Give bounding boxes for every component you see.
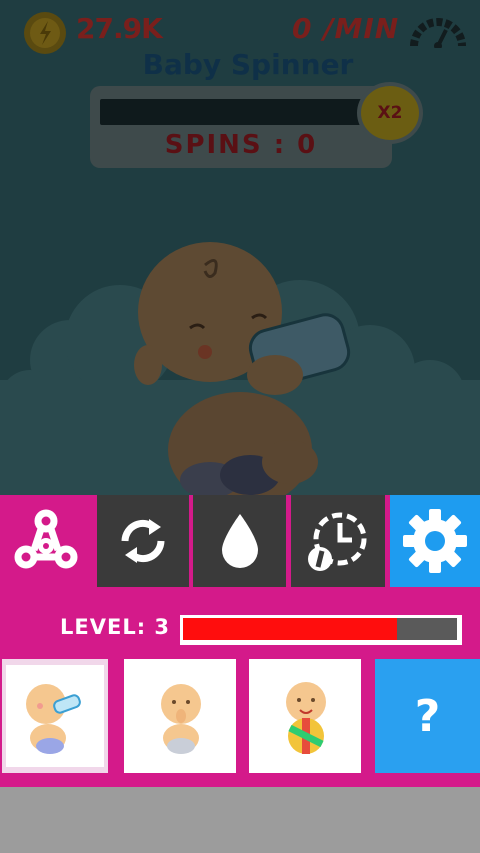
- spinner-tab[interactable]: [0, 495, 92, 587]
- level-value: 3: [154, 615, 171, 639]
- level-progress-bar: [180, 615, 462, 645]
- level-text: LEVEL:: [60, 615, 147, 639]
- level-progress-track: [183, 618, 457, 640]
- level-progress-fill: [183, 618, 397, 640]
- speedometer-icon: [410, 18, 466, 48]
- skin-card-locked[interactable]: ?: [375, 659, 480, 773]
- locked-question-mark: ?: [414, 690, 441, 742]
- baby-thumb-icon: [161, 684, 201, 754]
- refresh-tab[interactable]: [97, 495, 189, 587]
- baby-bottle-icon: [26, 684, 81, 754]
- settings-tab[interactable]: [390, 495, 480, 587]
- spins-counter: SPINS : 0: [164, 130, 318, 160]
- coins-per-minute: 0 /MIN: [292, 12, 400, 45]
- skin-card-bottle[interactable]: [2, 659, 108, 773]
- skin-card-ball[interactable]: [249, 659, 361, 773]
- drop-tab[interactable]: [193, 495, 286, 587]
- game-scene: 27.9K 0 /MIN Baby Spinner: [0, 0, 480, 495]
- spin-progress-bar: [100, 99, 362, 125]
- baby-ball-icon: [286, 682, 326, 754]
- spinner-icon: [14, 509, 78, 569]
- drop-icon: [221, 514, 258, 568]
- timer-boost-icon: [308, 512, 367, 571]
- game-title: Baby Spinner: [142, 48, 354, 81]
- gear-icon: [403, 509, 467, 573]
- timer-boost-tab[interactable]: [291, 495, 385, 587]
- coin-count: 27.9K: [76, 12, 163, 45]
- level-label: LEVEL: 3: [60, 615, 170, 639]
- refresh-icon: [121, 519, 165, 563]
- skin-card-thumb[interactable]: [124, 659, 236, 773]
